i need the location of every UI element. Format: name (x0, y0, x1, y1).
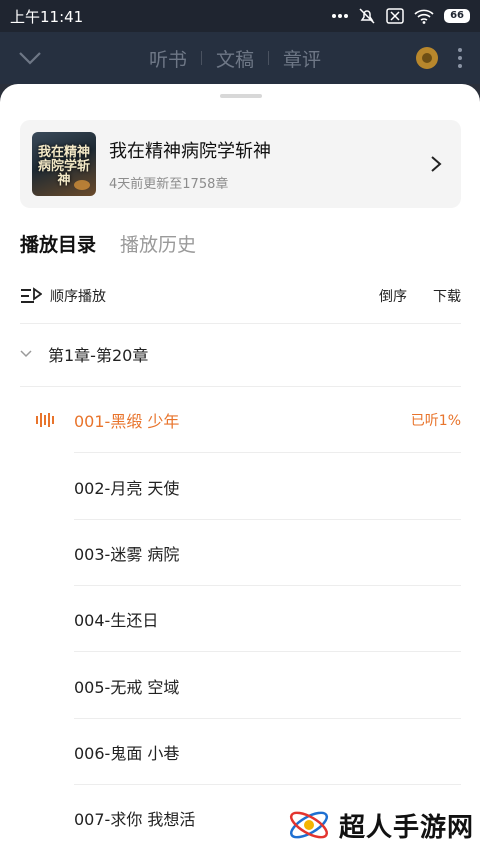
tab-play-history[interactable]: 播放历史 (120, 230, 196, 257)
chapter-item[interactable]: 006-鬼面 小巷 (74, 719, 461, 785)
chapter-title: 005-无戒 空域 (74, 678, 180, 697)
chapter-item-playing[interactable]: 001-黑缎 少年 已听1% (36, 387, 461, 453)
status-bar: 上午11:41 66 (0, 0, 480, 32)
tab-listen[interactable]: 听书 (149, 45, 187, 72)
tab-separator (200, 51, 202, 65)
sequence-play-button[interactable]: 顺序播放 (20, 286, 379, 306)
chapter-title: 002-月亮 天使 (74, 479, 180, 498)
book-update-info: 4天前更新至1758章 (109, 176, 229, 192)
sim-off-icon (386, 8, 404, 24)
site-watermark: 超人手游网 (287, 803, 474, 847)
list-tabs: 播放目录 播放历史 (20, 230, 196, 257)
sequence-play-label: 顺序播放 (50, 289, 106, 305)
sheet-drag-handle[interactable] (220, 94, 262, 98)
book-title: 我在精神病院学斩神 (109, 140, 271, 162)
divider (20, 323, 461, 324)
coin-icon[interactable] (416, 47, 438, 69)
listened-progress: 已听1% (410, 413, 461, 429)
mute-icon (358, 7, 376, 25)
top-tabs: 听书 文稿 章评 (54, 45, 416, 72)
wifi-icon (414, 8, 434, 24)
book-cover: 我在精神病院学斩神 (32, 132, 96, 196)
playlist-sheet: 我在精神病院学斩神 我在精神病院学斩神 4天前更新至1758章 播放目录 播放历… (0, 84, 480, 853)
tab-playlist[interactable]: 播放目录 (20, 230, 96, 257)
status-time: 上午11:41 (10, 7, 84, 26)
list-toolbar: 顺序播放 倒序 下载 (20, 284, 461, 308)
chapter-title: 001-黑缎 少年 (74, 412, 180, 431)
more-dots-icon (332, 13, 349, 19)
chapter-title: 003-迷雾 病院 (74, 545, 180, 564)
reverse-order-button[interactable]: 倒序 (379, 286, 407, 306)
tab-separator (268, 51, 269, 65)
sequence-play-icon (21, 287, 42, 303)
chapter-title: 006-鬼面 小巷 (74, 744, 180, 763)
now-playing-icon (36, 413, 60, 427)
book-info: 我在精神病院学斩神 4天前更新至1758章 (109, 137, 423, 192)
battery-icon: 66 (444, 9, 470, 23)
volume-label: 第1章-第20章 (48, 346, 149, 365)
chevron-down-icon (20, 350, 32, 358)
collapse-button[interactable] (18, 40, 54, 76)
chapter-item[interactable]: 003-迷雾 病院 (74, 520, 461, 586)
player-top-bar: 听书 文稿 章评 (0, 32, 480, 84)
volume-group-header[interactable]: 第1章-第20章 (20, 342, 148, 366)
divider (74, 452, 461, 453)
tab-manuscript[interactable]: 文稿 (216, 45, 254, 72)
status-icons: 66 (332, 7, 470, 25)
chapter-item[interactable]: 002-月亮 天使 (74, 454, 461, 520)
divider (74, 651, 461, 652)
chapter-item[interactable]: 005-无戒 空域 (74, 653, 461, 719)
watermark-logo-icon (289, 811, 329, 839)
tab-comments[interactable]: 章评 (283, 45, 321, 72)
more-menu-icon[interactable] (458, 48, 462, 68)
chapter-title: 004-生还日 (74, 611, 159, 630)
chapter-item[interactable]: 004-生还日 (74, 586, 461, 652)
chevron-right-icon[interactable] (423, 155, 449, 173)
chevron-down-icon (19, 52, 41, 65)
download-button[interactable]: 下载 (433, 286, 461, 306)
book-card[interactable]: 我在精神病院学斩神 我在精神病院学斩神 4天前更新至1758章 (20, 120, 461, 208)
watermark-text: 超人手游网 (338, 812, 474, 843)
